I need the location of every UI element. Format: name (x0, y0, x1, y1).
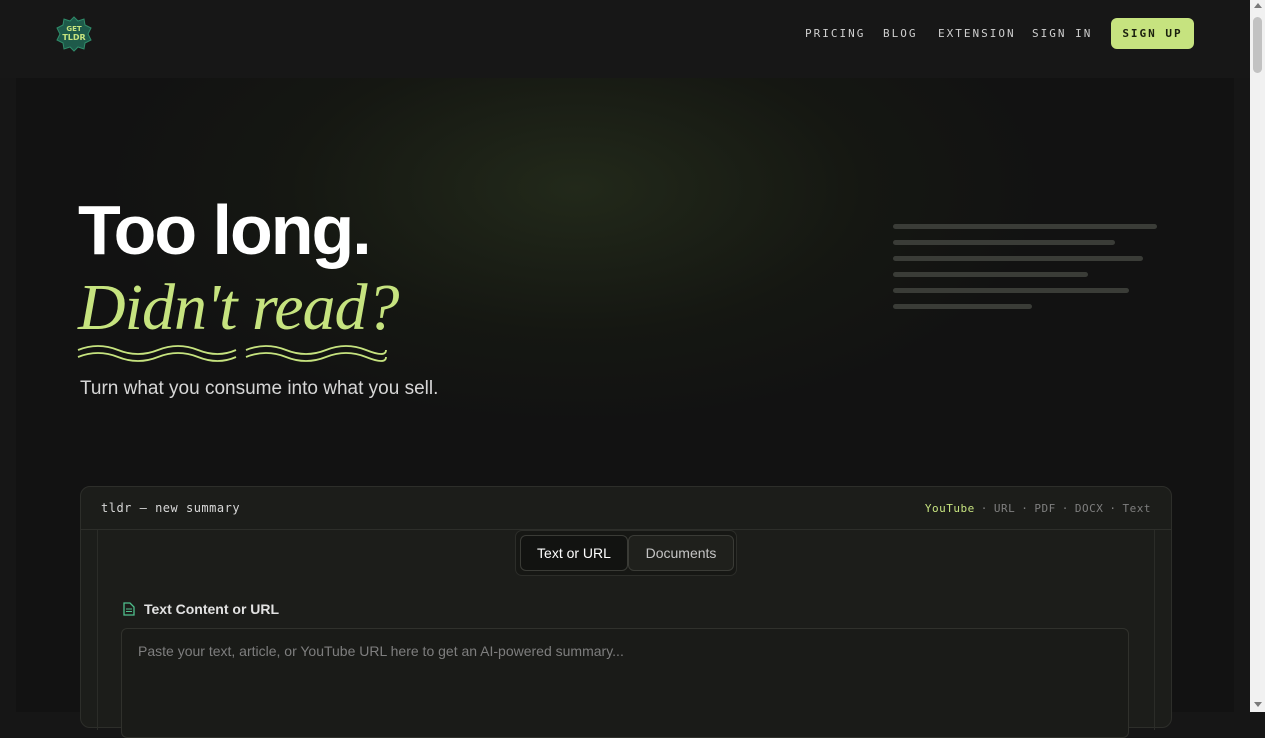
scrollbar-thumb[interactable] (1253, 17, 1262, 73)
svg-text:GET: GET (66, 25, 82, 33)
nav-extension[interactable]: EXTENSION (938, 27, 1016, 40)
format-url: URL (993, 502, 1016, 515)
scroll-down-arrow-icon[interactable] (1254, 702, 1262, 707)
input-mode-tabs: Text or URL Documents (515, 530, 737, 576)
sign-up-button[interactable]: SIGN UP (1111, 18, 1194, 49)
text-lines-illustration (893, 224, 1157, 320)
hero-title-line2: Didn't read? (78, 271, 399, 344)
scroll-up-arrow-icon[interactable] (1254, 3, 1262, 8)
hero-subtitle: Turn what you consume into what you sell… (80, 378, 439, 399)
format-docx: DOCX (1074, 502, 1104, 515)
summary-card: tldr — new summary YouTube · URL · PDF · DOCX ·… (80, 486, 1172, 738)
document-icon (123, 602, 135, 616)
scrollbar-track[interactable] (1250, 0, 1265, 712)
format-pdf: PDF (1034, 502, 1056, 515)
format-text: Text (1122, 502, 1151, 515)
hero-title-line1: Too long. (78, 191, 372, 269)
tab-text-or-url[interactable]: Text or URL (520, 535, 628, 571)
card-title: tldr — new summary (101, 501, 241, 515)
card-header: tldr — new summary YouTube · URL · PDF · DOCX ·… (81, 487, 1171, 530)
nav-pricing[interactable]: PRICING (805, 27, 865, 40)
top-navbar: GET TLDR PRICING BLOG EXTENSION SIGN IN … (0, 0, 1250, 78)
text-content-input[interactable]: Paste your text, article, or YouTube URL… (121, 628, 1129, 738)
tab-documents[interactable]: Documents (628, 535, 734, 571)
nav-sign-in[interactable]: SIGN IN (1032, 27, 1092, 40)
get-tldr-logo-icon[interactable]: GET TLDR (56, 16, 92, 52)
nav-blog[interactable]: BLOG (883, 27, 918, 40)
format-youtube: YouTube (924, 502, 975, 515)
text-content-label: Text Content or URL (144, 601, 280, 617)
svg-text:TLDR: TLDR (62, 33, 85, 42)
squiggle-underline-icon (77, 345, 387, 362)
supported-formats: YouTube · URL · PDF · DOCX · Text (924, 502, 1151, 515)
